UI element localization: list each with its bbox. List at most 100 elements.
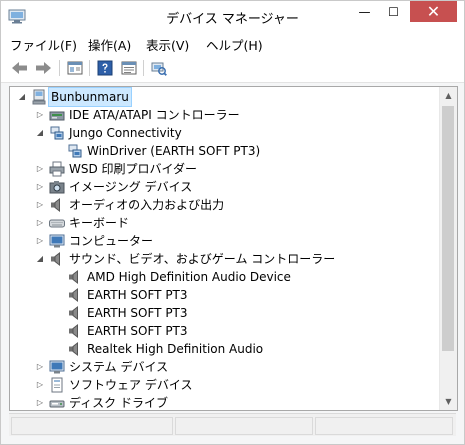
expand-arrow-collapsed-icon[interactable]: ▷ (35, 394, 45, 410)
keyboard-icon (49, 215, 65, 231)
device-tree[interactable]: ◢ Bunbunmaru ▷ IDE ATA/ATAPI コントローラー ◢ Jungo … (9, 86, 458, 411)
tree-item-label: Realtek High Definition Audio (87, 342, 264, 356)
menu-bar: ファイル(F) 操作(A) 表示(V) ヘルプ(H) (1, 31, 464, 54)
tree-item-label: EARTH SOFT PT3 (87, 288, 188, 302)
speaker-icon (67, 323, 83, 339)
status-bar (9, 413, 456, 436)
title-bar[interactable]: デバイス マネージャー — ☐ ✕ (1, 1, 464, 31)
tree-item-label: キーボード (69, 216, 130, 230)
speaker-icon (67, 305, 83, 321)
tree-item-label: システム デバイス (69, 360, 169, 374)
tree-item-label: ソフトウェア デバイス (69, 378, 193, 392)
tree-item[interactable]: ▷ ソフトウェア デバイス (10, 376, 438, 394)
tree-item[interactable]: ▷ IDE ATA/ATAPI コントローラー (10, 106, 438, 124)
expand-arrow-collapsed-icon[interactable]: ▷ (35, 106, 45, 124)
tree-item-label: オーディオの入力および出力 (69, 198, 225, 212)
tree-item-label: AMD High Definition Audio Device (87, 270, 291, 284)
tree-item[interactable]: ▷ ディスク ドライブ (10, 394, 438, 410)
scan-hardware-button[interactable] (149, 58, 169, 78)
speaker-icon (67, 287, 83, 303)
tree-item-label: WinDriver (EARTH SOFT PT3) (87, 144, 261, 158)
software-device-icon (49, 377, 65, 393)
properties-icon (121, 61, 137, 75)
tree-item[interactable]: AMD High Definition Audio Device (10, 268, 438, 286)
expand-arrow-collapsed-icon[interactable]: ▷ (35, 232, 45, 250)
back-button[interactable] (10, 58, 30, 78)
monitor-icon (49, 359, 65, 375)
maximize-button[interactable]: ☐ (379, 1, 408, 22)
expand-arrow-expanded-icon[interactable]: ◢ (17, 88, 27, 106)
status-cell (315, 417, 453, 435)
disk-drive-icon (49, 395, 65, 410)
tree-item[interactable]: EARTH SOFT PT3 (10, 322, 438, 340)
menu-file[interactable]: ファイル(F) (8, 35, 79, 54)
status-cell (175, 417, 313, 435)
tree-item-label: IDE ATA/ATAPI コントローラー (69, 108, 240, 122)
tree-item[interactable]: WinDriver (EARTH SOFT PT3) (10, 142, 438, 160)
tree-item-label: ディスク ドライブ (69, 396, 168, 410)
arrow-right-icon (36, 62, 51, 74)
tree-item-label: Bunbunmaru (48, 87, 132, 107)
show-hide-console-tree-button[interactable] (65, 58, 85, 78)
tree-item[interactable]: ◢ サウンド、ビデオ、およびゲーム コントローラー (10, 250, 438, 268)
arrow-left-icon (12, 62, 27, 74)
scroll-up-arrow-icon[interactable]: ▲ (440, 87, 457, 104)
speaker-icon (49, 251, 65, 267)
menu-action[interactable]: 操作(A) (86, 35, 133, 54)
toolbar-separator (143, 60, 144, 76)
jungo-icon (49, 125, 65, 141)
forward-button[interactable] (33, 58, 53, 78)
tree-item[interactable]: ▷ オーディオの入力および出力 (10, 196, 438, 214)
tree-item-label: WSD 印刷プロバイダー (69, 162, 198, 176)
speaker-icon (67, 269, 83, 285)
expand-arrow-collapsed-icon[interactable]: ▷ (35, 214, 45, 232)
tree-item-label: Jungo Connectivity (69, 126, 182, 140)
jungo-icon (67, 143, 83, 159)
expand-arrow-collapsed-icon[interactable]: ▷ (35, 358, 45, 376)
speaker-icon (49, 197, 65, 213)
tree-item-label: EARTH SOFT PT3 (87, 306, 188, 320)
expand-arrow-collapsed-icon[interactable]: ▷ (35, 196, 45, 214)
expand-arrow-collapsed-icon[interactable]: ▷ (35, 376, 45, 394)
toolbar-separator (59, 60, 60, 76)
help-icon (97, 60, 113, 76)
device-manager-window: デバイス マネージャー — ☐ ✕ ファイル(F) 操作(A) 表示(V) ヘル… (0, 0, 465, 445)
tree-item[interactable]: ◢ Bunbunmaru (10, 87, 438, 107)
printer-icon (49, 161, 65, 177)
console-tree-icon (67, 61, 83, 75)
computer-icon (31, 89, 47, 105)
minimize-button[interactable]: — (350, 1, 379, 22)
tree-item-label: サウンド、ビデオ、およびゲーム コントローラー (69, 252, 336, 266)
expand-arrow-collapsed-icon[interactable]: ▷ (35, 160, 45, 178)
tree-item-label: コンピューター (69, 234, 154, 248)
toolbar (1, 54, 464, 83)
tree-item[interactable]: EARTH SOFT PT3 (10, 304, 438, 322)
tree-item[interactable]: Realtek High Definition Audio (10, 340, 438, 358)
properties-button[interactable] (119, 58, 139, 78)
tree-item[interactable]: ▷ キーボード (10, 214, 438, 232)
close-button[interactable]: ✕ (410, 1, 457, 22)
menu-view[interactable]: 表示(V) (144, 35, 191, 54)
speaker-icon (67, 341, 83, 357)
tree-item[interactable]: ▷ システム デバイス (10, 358, 438, 376)
expand-arrow-expanded-icon[interactable]: ◢ (35, 124, 45, 142)
expand-arrow-expanded-icon[interactable]: ◢ (35, 250, 45, 268)
expand-arrow-collapsed-icon[interactable]: ▷ (35, 178, 45, 196)
menu-help[interactable]: ヘルプ(H) (204, 35, 265, 54)
tree-item-label: イメージング デバイス (69, 180, 193, 194)
tree-item[interactable]: ▷ イメージング デバイス (10, 178, 438, 196)
vertical-scrollbar[interactable]: ▲ ▼ (439, 87, 457, 410)
tree-item[interactable]: ◢ Jungo Connectivity (10, 124, 438, 142)
scroll-down-arrow-icon[interactable]: ▼ (440, 393, 457, 410)
help-button[interactable] (95, 58, 115, 78)
tree-item[interactable]: ▷ コンピューター (10, 232, 438, 250)
scrollbar-thumb[interactable] (442, 106, 454, 351)
toolbar-separator (89, 60, 90, 76)
tree-item[interactable]: ▷ WSD 印刷プロバイダー (10, 160, 438, 178)
tree-item[interactable]: EARTH SOFT PT3 (10, 286, 438, 304)
